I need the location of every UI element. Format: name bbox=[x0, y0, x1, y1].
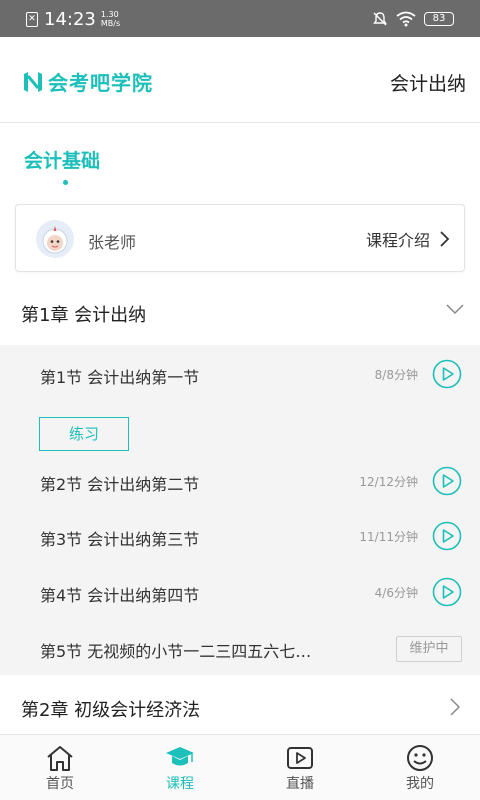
network-speed-unit: MB/s bbox=[100, 19, 121, 28]
status-bar: ✕ 14:23 1.30 MB/s 83 bbox=[0, 0, 480, 37]
nav-profile[interactable]: 我的 bbox=[360, 735, 480, 800]
lesson-duration: 12/12分钟 bbox=[359, 475, 418, 489]
nav-live[interactable]: 直播 bbox=[240, 735, 360, 800]
tab-active-indicator bbox=[63, 180, 68, 185]
bottom-nav: 首页 课程 直播 我的 bbox=[0, 734, 480, 800]
nav-profile-label: 我的 bbox=[406, 776, 434, 792]
teacher-card[interactable]: 张老师 课程介绍 bbox=[15, 204, 465, 272]
play-icon[interactable] bbox=[432, 359, 462, 389]
app-name: 会考吧学院 bbox=[48, 71, 153, 95]
course-intro-link[interactable]: 课程介绍 bbox=[366, 227, 450, 251]
app-logo[interactable]: 会考吧学院 bbox=[22, 67, 153, 96]
lesson-duration: 11/11分钟 bbox=[359, 530, 418, 544]
battery-indicator: 83 bbox=[424, 12, 454, 26]
network-speed-value: 1.30 bbox=[100, 10, 119, 19]
lesson-list: 第1节 会计出纳第一节 8/8分钟 练习 第2节 会计出纳第二节 12/12分钟… bbox=[0, 345, 480, 675]
lesson-title: 第1节 会计出纳第一节 bbox=[40, 368, 200, 387]
logo-mark-icon bbox=[24, 71, 42, 92]
lesson-item[interactable]: 第1节 会计出纳第一节 8/8分钟 练习 bbox=[0, 359, 480, 451]
graduation-cap-icon bbox=[166, 747, 194, 766]
chapter-title: 第2章 初级会计经济法 bbox=[21, 700, 201, 721]
lesson-title: 第5节 无视频的小节一二三四五六七… bbox=[40, 642, 312, 661]
chevron-down-icon bbox=[446, 304, 464, 315]
wifi-icon bbox=[396, 11, 416, 27]
tab-course-subject[interactable]: 会计基础 bbox=[24, 146, 100, 173]
practice-button[interactable]: 练习 bbox=[39, 417, 129, 451]
course-intro-label: 课程介绍 bbox=[365, 231, 430, 250]
chevron-right-icon bbox=[450, 698, 460, 716]
lesson-item[interactable]: 第5节 无视频的小节一二三四五六七… 维护中 bbox=[0, 633, 480, 663]
status-time: 14:23 bbox=[44, 8, 96, 30]
nav-courses[interactable]: 课程 bbox=[120, 735, 240, 800]
chapter-row[interactable]: 第2章 初级会计经济法 bbox=[0, 678, 480, 734]
lesson-item[interactable]: 第2节 会计出纳第二节 12/12分钟 bbox=[0, 466, 480, 496]
play-icon[interactable] bbox=[432, 521, 462, 551]
app-header: 会考吧学院 会计出纳 bbox=[0, 37, 480, 123]
lesson-title: 第4节 会计出纳第四节 bbox=[40, 586, 200, 605]
maintenance-badge: 维护中 bbox=[396, 636, 462, 662]
chapter-row[interactable]: 第1章 会计出纳 bbox=[0, 283, 480, 343]
lesson-title: 第3节 会计出纳第三节 bbox=[40, 530, 200, 549]
live-play-icon bbox=[287, 747, 313, 769]
lesson-title: 第2节 会计出纳第二节 bbox=[40, 475, 200, 494]
nav-home-label: 首页 bbox=[46, 776, 74, 792]
play-icon[interactable] bbox=[432, 466, 462, 496]
network-speed: 1.30 MB/s bbox=[101, 10, 120, 28]
chevron-right-icon bbox=[440, 231, 450, 247]
home-icon bbox=[47, 746, 73, 771]
current-course-name[interactable]: 会计出纳 bbox=[390, 69, 466, 96]
nav-courses-label: 课程 bbox=[166, 776, 194, 792]
lesson-item[interactable]: 第4节 会计出纳第四节 4/6分钟 bbox=[0, 577, 480, 607]
smiley-icon bbox=[407, 745, 433, 771]
nav-live-label: 直播 bbox=[286, 776, 314, 792]
teacher-name: 张老师 bbox=[88, 233, 137, 252]
play-icon[interactable] bbox=[432, 577, 462, 607]
mute-bell-icon bbox=[373, 12, 387, 26]
teacher-avatar bbox=[36, 220, 74, 258]
lesson-duration: 4/6分钟 bbox=[374, 586, 418, 600]
chapter-title: 第1章 会计出纳 bbox=[21, 305, 147, 326]
lesson-item[interactable]: 第3节 会计出纳第三节 11/11分钟 bbox=[0, 521, 480, 551]
notification-icon: ✕ bbox=[26, 11, 38, 27]
nav-home[interactable]: 首页 bbox=[0, 735, 120, 800]
lesson-duration: 8/8分钟 bbox=[374, 368, 418, 382]
